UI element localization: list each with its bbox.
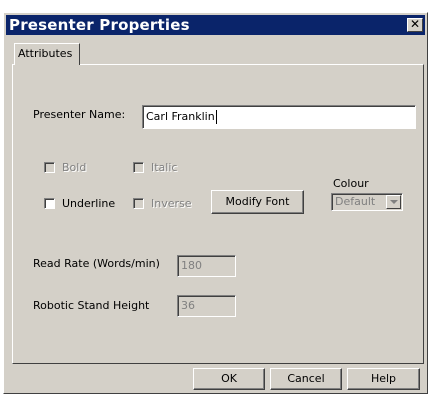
close-icon: ✕ (409, 17, 421, 31)
tab-attributes-label: Attributes (18, 47, 73, 60)
title-bar[interactable]: Presenter Properties ✕ (6, 15, 425, 35)
inverse-checkbox[interactable] (133, 198, 144, 209)
modify-font-label: Modify Font (225, 195, 290, 208)
presenter-name-label: Presenter Name: (33, 108, 126, 121)
colour-label: Colour (333, 177, 369, 190)
italic-checkbox[interactable] (133, 162, 144, 173)
colour-select[interactable]: Default (331, 193, 403, 211)
italic-label: Italic (151, 161, 178, 174)
ok-button[interactable]: OK (193, 368, 265, 390)
bold-label: Bold (62, 161, 87, 174)
bold-checkbox[interactable] (44, 162, 55, 173)
read-rate-value: 180 (181, 259, 202, 272)
help-button[interactable]: Help (347, 368, 420, 390)
ok-label: OK (221, 372, 237, 385)
close-button[interactable]: ✕ (407, 18, 423, 32)
presenter-name-value: Carl Franklin (146, 110, 215, 123)
help-label: Help (370, 372, 397, 385)
presenter-name-input[interactable]: Carl Franklin (142, 105, 416, 129)
tab-attributes[interactable]: Attributes (14, 43, 80, 65)
attributes-panel: Presenter Name: Carl Franklin Bold Itali… (12, 64, 424, 364)
underline-checkbox[interactable] (44, 198, 55, 209)
stand-height-value: 36 (181, 299, 195, 312)
text-caret (215, 110, 217, 124)
modify-font-button[interactable]: Modify Font (211, 190, 304, 214)
window-title: Presenter Properties (9, 16, 190, 34)
read-rate-input[interactable]: 180 (177, 255, 236, 277)
colour-value: Default (335, 195, 376, 208)
presenter-properties-dialog: Presenter Properties ✕ Attributes Presen… (3, 12, 428, 394)
chevron-down-icon[interactable] (386, 195, 401, 209)
stand-height-input[interactable]: 36 (177, 295, 236, 317)
underline-label: Underline (62, 197, 116, 210)
cancel-button[interactable]: Cancel (270, 368, 342, 390)
cancel-label: Cancel (287, 372, 325, 385)
read-rate-label: Read Rate (Words/min) (33, 257, 160, 270)
stand-height-label: Robotic Stand Height (33, 299, 150, 312)
inverse-label: Inverse (151, 197, 192, 210)
